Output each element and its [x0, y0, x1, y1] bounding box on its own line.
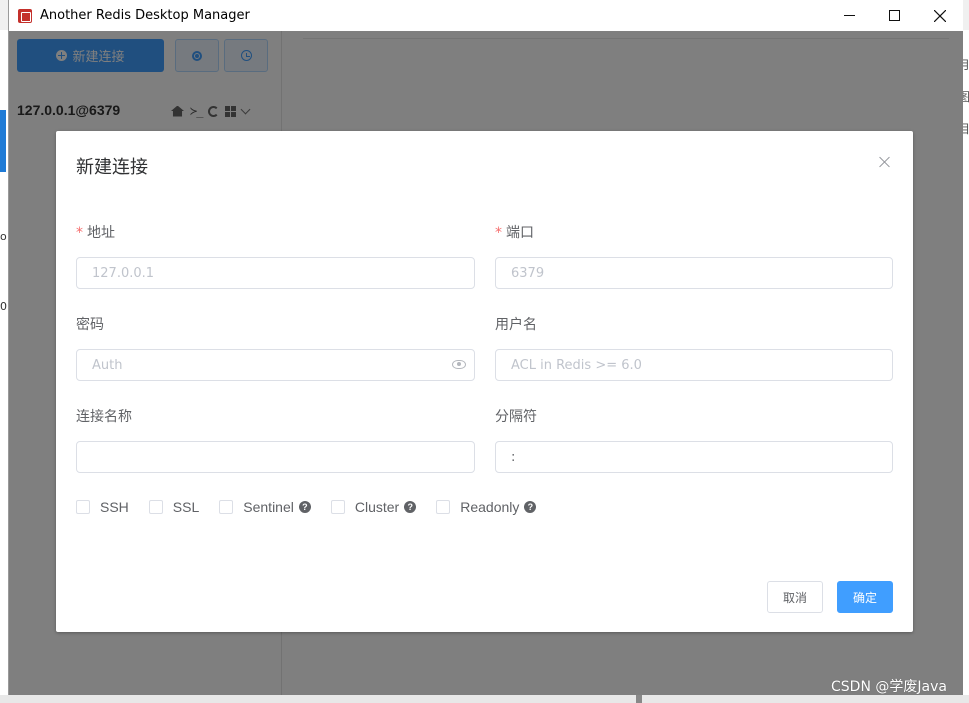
app-logo-icon: [18, 8, 32, 23]
dialog-title: 新建连接: [76, 157, 148, 178]
window-title: Another Redis Desktop Manager: [40, 8, 250, 23]
close-dialog-icon[interactable]: [878, 155, 892, 169]
password-label: 密码: [76, 317, 104, 333]
minimize-icon: [843, 15, 855, 16]
readonly-checkbox[interactable]: Readonly?: [436, 499, 537, 515]
conn-name-label: 连接名称: [76, 409, 132, 425]
close-icon: [934, 9, 946, 22]
host-input[interactable]: 127.0.0.1: [76, 257, 475, 289]
ssl-checkbox[interactable]: SSL: [148, 499, 200, 515]
separator-value: :: [511, 449, 516, 465]
scrollbar-thumb[interactable]: [636, 695, 642, 703]
maximize-button[interactable]: [871, 0, 917, 31]
port-label-text: 端口: [506, 225, 534, 241]
question-circle-icon[interactable]: ?: [404, 501, 417, 513]
readonly-label: Readonly: [460, 499, 520, 515]
question-circle-icon[interactable]: ?: [298, 501, 311, 513]
separator-input[interactable]: :: [495, 441, 893, 473]
sentinel-checkbox[interactable]: Sentinel?: [219, 499, 311, 515]
close-window-button[interactable]: [917, 0, 963, 31]
background-fragment-text: o: [0, 230, 7, 243]
host-label: * 地址: [76, 222, 115, 242]
checkbox-box[interactable]: [330, 500, 345, 514]
cancel-button[interactable]: 取消: [767, 581, 823, 613]
port-label: * 端口: [495, 222, 534, 242]
ssh-checkbox[interactable]: SSH: [76, 499, 129, 515]
password-input[interactable]: Auth: [76, 349, 475, 381]
watermark-text: CSDN @学废Java: [831, 679, 947, 695]
new-connection-dialog: 新建连接 * 地址 127.0.0.1 * 端口 6379 密码 Auth 用户名 …: [56, 131, 913, 632]
host-label-text: 地址: [87, 225, 115, 241]
eye-icon[interactable]: [452, 360, 466, 369]
conn-name-input[interactable]: [76, 441, 475, 473]
ssh-label: SSH: [100, 499, 129, 515]
host-placeholder: 127.0.0.1: [92, 265, 155, 281]
password-placeholder: Auth: [92, 357, 123, 373]
checkbox-box[interactable]: [148, 500, 163, 514]
question-circle-icon[interactable]: ?: [524, 501, 537, 513]
desktop-bottom-strip: [0, 695, 969, 703]
minimize-button[interactable]: [826, 0, 872, 31]
required-mark: *: [495, 225, 502, 241]
required-mark: *: [76, 225, 83, 241]
options-checkbox-group: SSH SSL Sentinel? Cluster? Readonly?: [76, 499, 556, 515]
confirm-button[interactable]: 确定: [837, 581, 893, 613]
checkbox-box[interactable]: [219, 500, 234, 514]
username-input[interactable]: ACL in Redis >= 6.0: [495, 349, 893, 381]
desktop-left-blue-strip: [0, 110, 6, 172]
separator-label: 分隔符: [495, 409, 537, 425]
username-placeholder: ACL in Redis >= 6.0: [511, 357, 642, 373]
checkbox-box[interactable]: [436, 500, 451, 514]
cluster-label: Cluster: [354, 499, 400, 515]
port-input[interactable]: 6379: [495, 257, 893, 289]
cluster-checkbox[interactable]: Cluster?: [330, 499, 417, 515]
username-label: 用户名: [495, 317, 537, 333]
port-placeholder: 6379: [511, 265, 545, 281]
sentinel-label: Sentinel: [243, 499, 294, 515]
checkbox-box[interactable]: [76, 500, 90, 514]
maximize-icon: [888, 10, 900, 21]
ssl-label: SSL: [172, 499, 200, 515]
title-bar[interactable]: Another Redis Desktop Manager: [9, 0, 963, 31]
